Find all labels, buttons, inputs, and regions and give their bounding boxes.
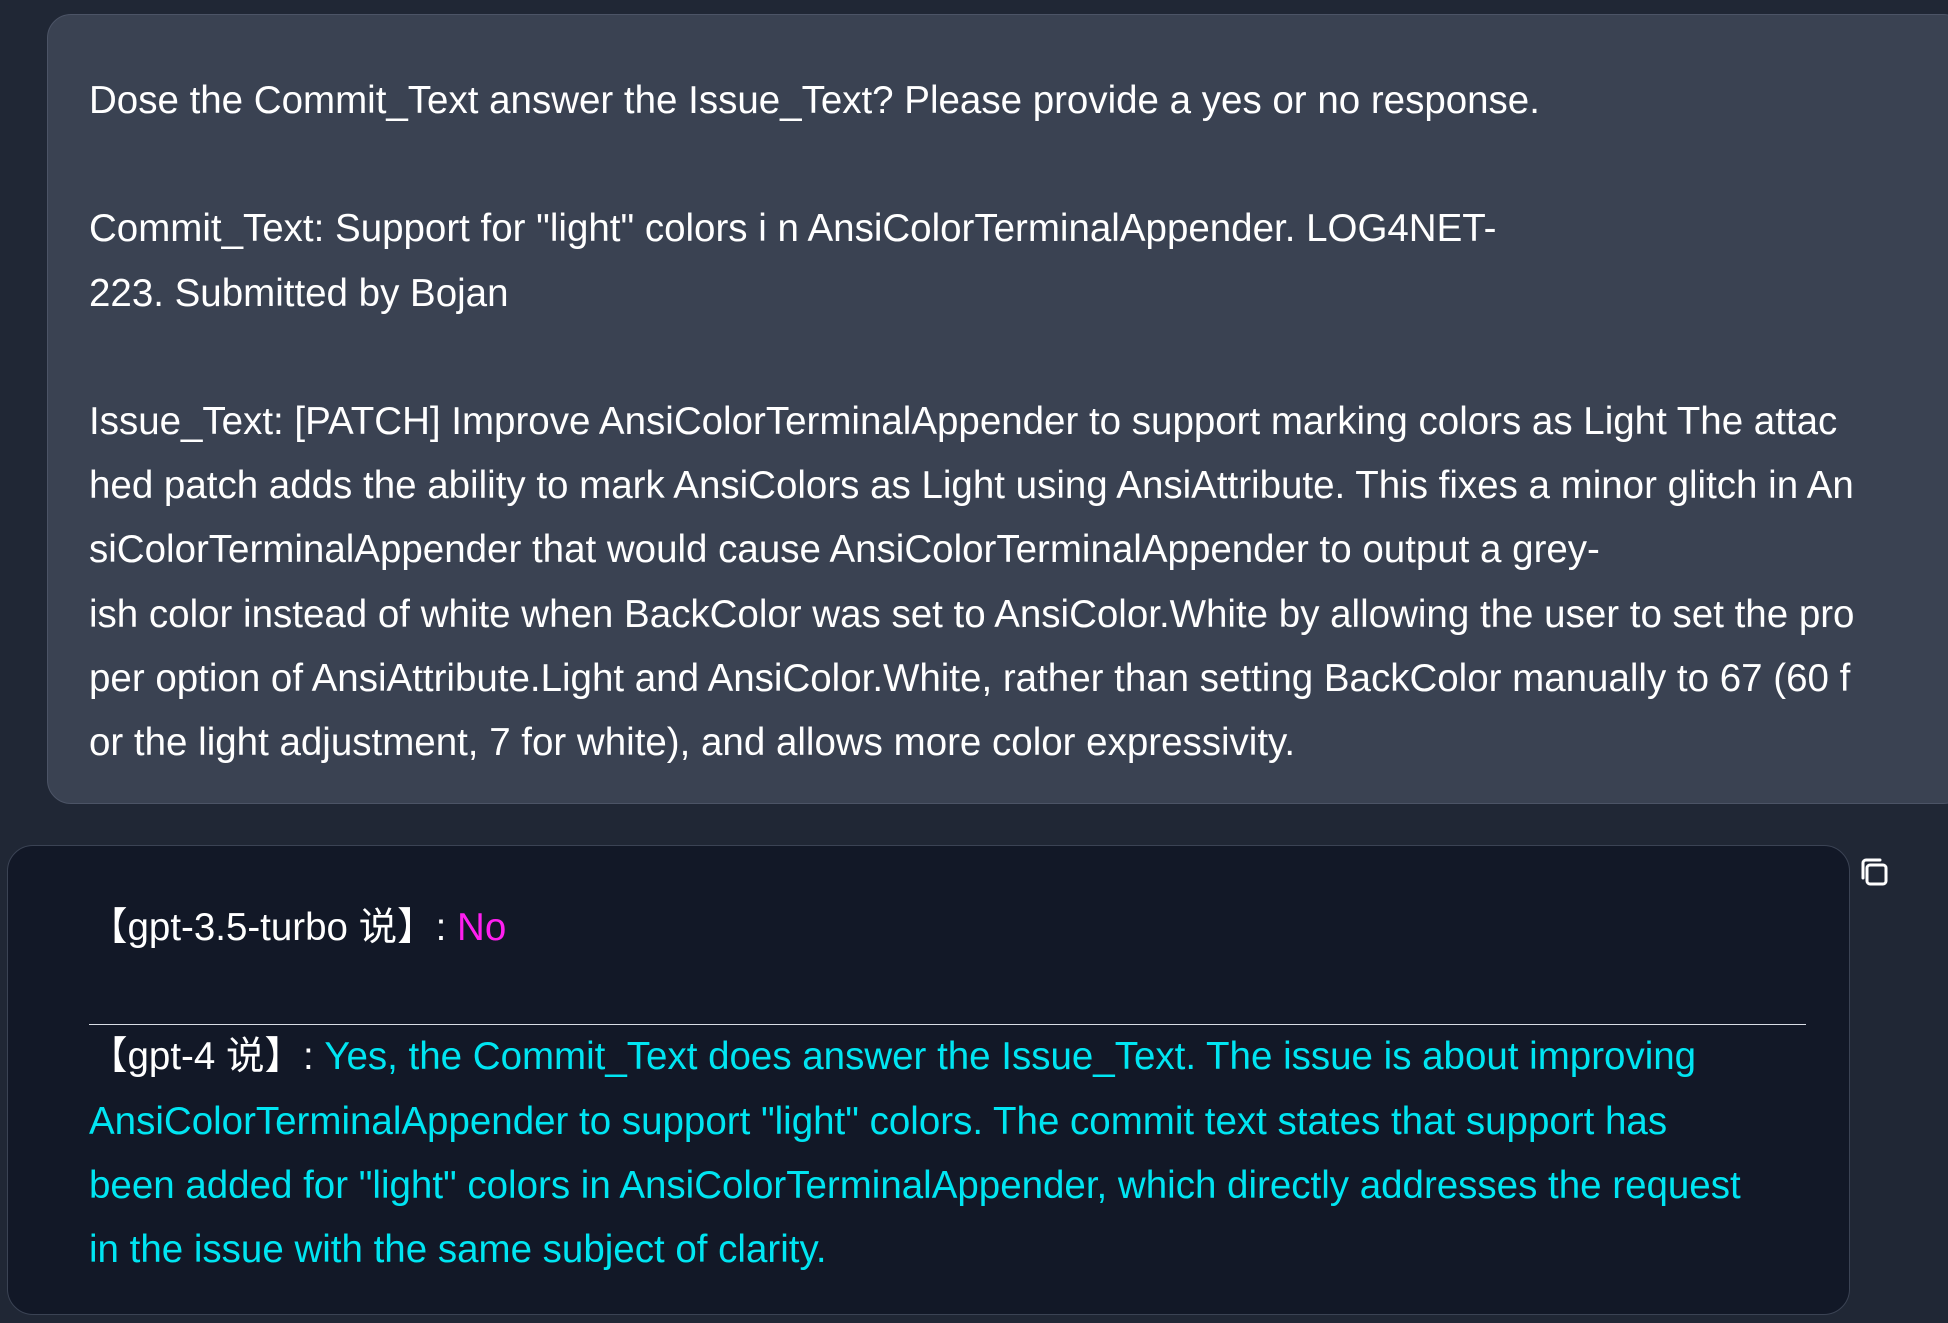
user-message-line: Issue_Text: [PATCH] Improve AnsiColorTer…: [89, 399, 1838, 443]
gpt35-response: 【gpt-3.5-turbo 说】: No: [89, 896, 1809, 960]
user-message-line: hed patch adds the ability to mark AnsiC…: [89, 464, 1854, 508]
assistant-message-bubble: 【gpt-3.5-turbo 说】: No 【gpt-4 说】: Yes, th…: [7, 845, 1850, 1315]
gpt4-answer-line: in the issue with the same subject of cl…: [89, 1228, 827, 1271]
gpt4-answer-line: AnsiColorTerminalAppender to support "li…: [89, 1099, 1668, 1143]
user-message-line: Commit_Text: Support for "light" colors …: [89, 207, 1497, 251]
user-message-line: Dose the Commit_Text answer the Issue_Te…: [89, 79, 1540, 122]
user-message-line: siColorTerminalAppender that would cause…: [89, 528, 1600, 572]
user-message-line: 223. Submitted by Bojan: [89, 271, 509, 315]
gpt35-answer: No: [457, 906, 507, 949]
gpt35-label: 【gpt-3.5-turbo 说】:: [89, 906, 458, 949]
user-message-line: per option of AnsiAttribute.Light and An…: [89, 656, 1851, 700]
user-message-line: ish color instead of white when BackColo…: [89, 592, 1855, 636]
user-message-bubble: Dose the Commit_Text answer the Issue_Te…: [47, 14, 1948, 804]
gpt4-answer-line: Yes, the Commit_Text does answer the Iss…: [324, 1035, 1697, 1079]
copy-icon: [1861, 858, 1888, 886]
gpt4-response-line: 【gpt-4 说】: Yes, the Commit_Text does ans…: [89, 1025, 1809, 1089]
copy-button[interactable]: [1852, 850, 1896, 894]
gpt4-label: 【gpt-4 说】:: [89, 1035, 325, 1079]
gpt4-answer-line: been added for "light" colors in AnsiCol…: [89, 1163, 1741, 1207]
user-message-line: or the light adjustment, 7 for white), a…: [89, 721, 1296, 764]
